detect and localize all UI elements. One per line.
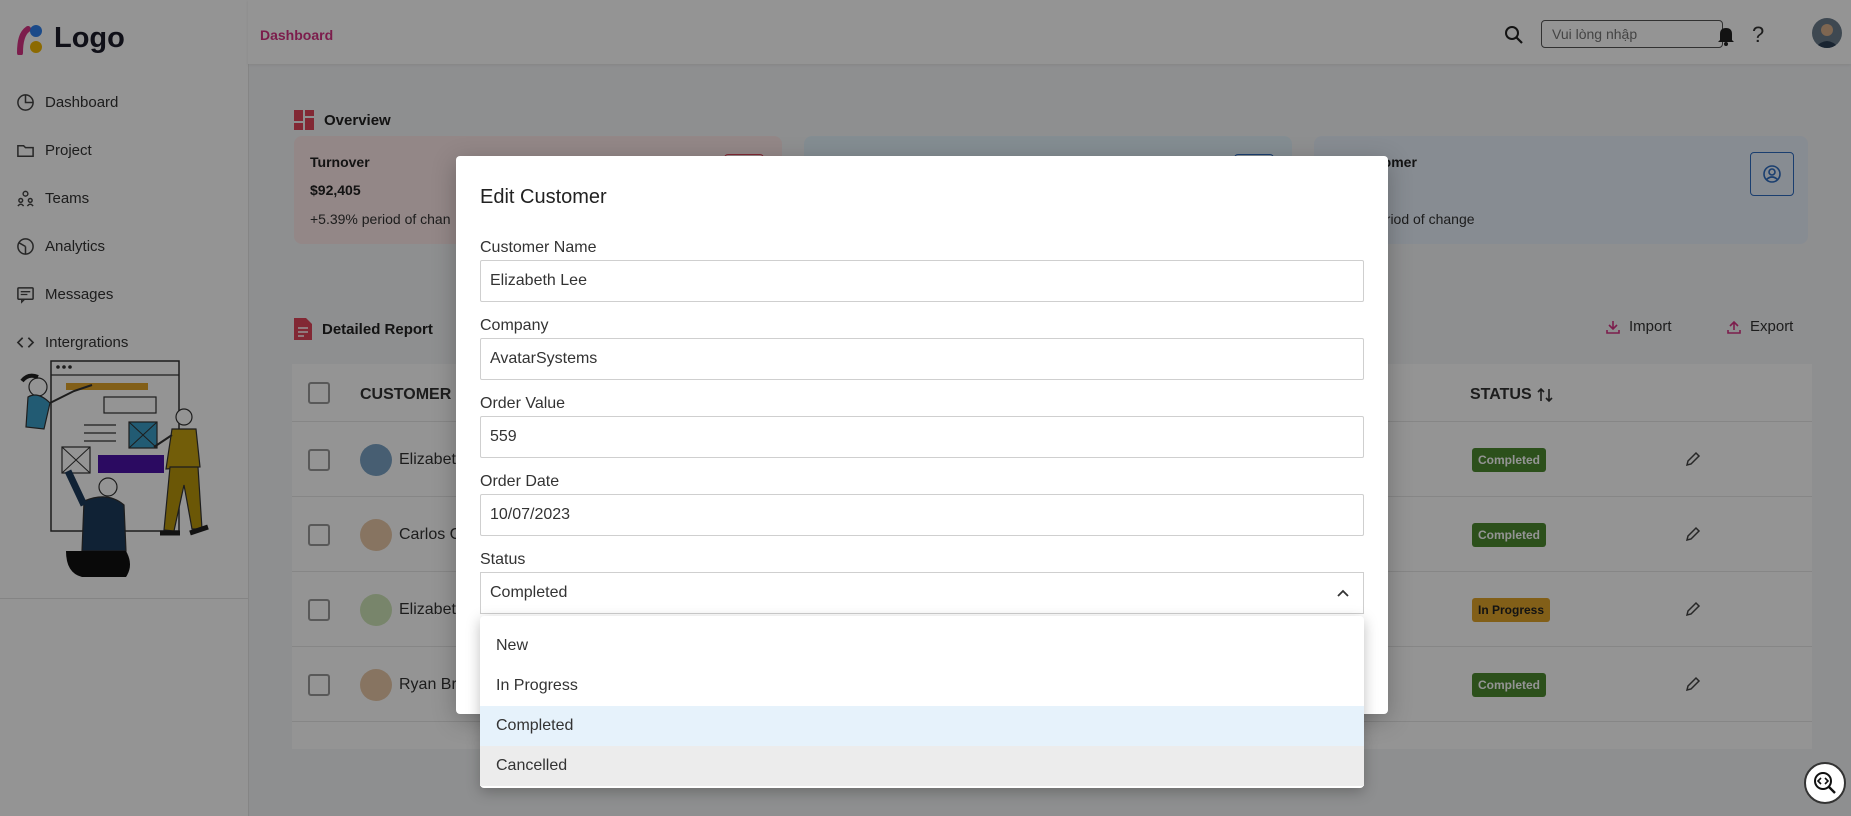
company-label: Company (480, 317, 549, 334)
status-option-cancelled[interactable]: Cancelled (480, 746, 1364, 786)
status-dropdown-menu: New In Progress Completed Cancelled (480, 616, 1364, 788)
order-date-label: Order Date (480, 473, 560, 490)
order-date-field[interactable] (480, 494, 1364, 536)
status-option-completed[interactable]: Completed (480, 706, 1364, 746)
company-field[interactable] (480, 338, 1364, 380)
chevron-up-icon (1337, 589, 1349, 597)
status-option-in-progress[interactable]: In Progress (480, 666, 1364, 706)
modal-title: Edit Customer (480, 186, 607, 208)
status-label: Status (480, 551, 526, 568)
status-select-value: Completed (490, 584, 568, 601)
customer-name-label: Customer Name (480, 239, 597, 256)
magnifier-code-icon (1814, 772, 1836, 794)
status-option-new[interactable]: New (480, 626, 1364, 666)
order-value-field[interactable] (480, 416, 1364, 458)
order-value-label: Order Value (480, 395, 566, 412)
customer-name-field[interactable] (480, 260, 1364, 302)
status-select[interactable]: Completed (480, 572, 1364, 614)
inspect-code-button[interactable] (1804, 762, 1846, 804)
